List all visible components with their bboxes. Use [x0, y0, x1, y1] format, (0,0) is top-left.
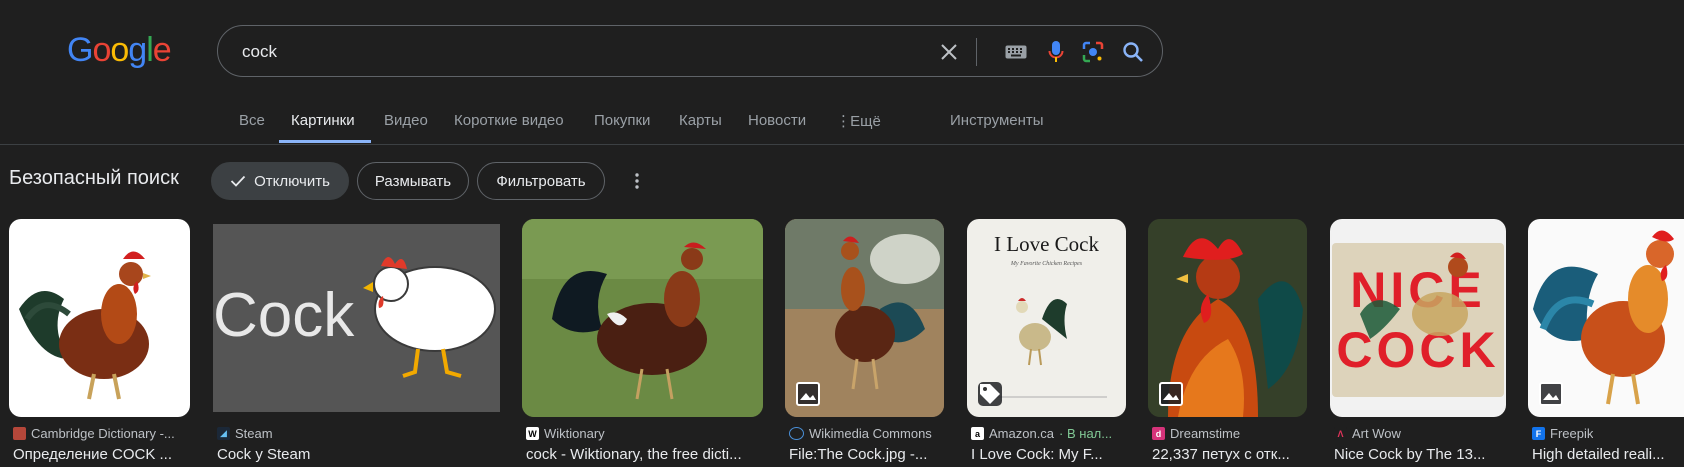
result-source[interactable]: d Dreamstime: [1152, 426, 1240, 441]
microphone-icon[interactable]: [1043, 39, 1069, 65]
source-name: Wiktionary: [544, 426, 605, 441]
search-tabs: Все Картинки Видео Короткие видео Покупк…: [0, 100, 1684, 145]
steam-thumb-text: Cock: [213, 281, 355, 350]
safe-search-blur-chip[interactable]: Размывать: [357, 162, 469, 200]
chip-label: Отключить: [254, 172, 330, 190]
logo-letter: o: [110, 31, 129, 69]
keyboard-icon[interactable]: [1003, 39, 1029, 65]
result-source[interactable]: Cambridge Dictionary -...: [13, 426, 175, 441]
image-result[interactable]: Cock ◢ Steam Cock у Steam: [213, 219, 500, 467]
wikimedia-favicon-icon: [789, 427, 804, 440]
price-tag-icon: [978, 382, 1002, 406]
logo-letter: G: [67, 31, 93, 69]
cock-text: COCK: [1336, 322, 1499, 378]
result-thumbnail[interactable]: [785, 219, 944, 417]
result-thumbnail[interactable]: [522, 219, 763, 417]
result-source[interactable]: W Wiktionary: [526, 426, 605, 441]
image-result[interactable]: W Wiktionary cock - Wiktionary, the free…: [522, 219, 763, 467]
tab-maps[interactable]: Карты: [679, 112, 722, 129]
tab-more[interactable]: ⋮ Ещё: [836, 112, 881, 130]
search-box: [217, 25, 1163, 77]
result-thumbnail[interactable]: [1148, 219, 1307, 417]
image-result[interactable]: I Love Cock My Favorite Chicken Recipes …: [967, 219, 1126, 467]
result-title[interactable]: cock - Wiktionary, the free dicti...: [526, 446, 767, 463]
safe-search-filter-chip[interactable]: Фильтровать: [477, 162, 605, 200]
tab-news[interactable]: Новости: [748, 112, 806, 129]
image-result[interactable]: Cambridge Dictionary -... Определение CO…: [9, 219, 190, 467]
source-name: Dreamstime: [1170, 426, 1241, 441]
search-icon[interactable]: [1120, 39, 1146, 65]
safe-search-off-chip[interactable]: Отключить: [211, 162, 349, 200]
image-badge-icon: [1539, 382, 1563, 406]
image-result[interactable]: Wikimedia Commons File:The Cock.jpg -...: [785, 219, 944, 467]
checkmark-icon: [230, 175, 246, 187]
source-name: Art Wow: [1352, 426, 1401, 441]
book-subtitle-text: My Favorite Chicken Recipes: [1010, 261, 1083, 267]
book-title-text: I Love Cock: [994, 232, 1099, 256]
safe-search-title: Безопасный поиск: [9, 167, 179, 189]
search-divider: [976, 38, 977, 66]
image-badge-icon: [1159, 382, 1183, 406]
result-source[interactable]: a Amazon.ca · В нал...: [971, 426, 1112, 441]
logo-letter: e: [152, 31, 172, 69]
source-name: Steam: [235, 426, 273, 441]
tab-videos[interactable]: Видео: [384, 112, 428, 129]
result-thumbnail[interactable]: NICE COCK: [1330, 219, 1506, 417]
steam-favicon-icon: ◢: [217, 427, 230, 440]
cambridge-favicon-icon: [13, 427, 26, 440]
result-thumbnail[interactable]: Cock: [213, 224, 500, 412]
result-title[interactable]: 22,337 петух с отк...: [1152, 446, 1311, 463]
google-logo[interactable]: Google: [67, 31, 172, 70]
result-title[interactable]: Nice Cock by The 13...: [1334, 446, 1510, 463]
image-result[interactable]: NICE COCK Λ Art Wow Nice Cock by The 13.…: [1330, 219, 1506, 467]
result-title[interactable]: High detailed reali...: [1532, 446, 1682, 463]
result-title[interactable]: Определение COCK ...: [13, 446, 194, 463]
in-stock-label: · В нал...: [1059, 426, 1113, 441]
logo-letter: g: [128, 31, 147, 69]
google-lens-icon[interactable]: [1080, 39, 1106, 65]
result-title[interactable]: File:The Cock.jpg -...: [789, 446, 948, 463]
tab-images[interactable]: Картинки: [291, 112, 355, 129]
active-tab-indicator: [279, 140, 371, 143]
result-title[interactable]: Cock у Steam: [217, 446, 504, 463]
result-source[interactable]: Wikimedia Commons: [789, 426, 932, 441]
image-result[interactable]: F Freepik High detailed reali...: [1528, 219, 1684, 467]
chip-label: Размывать: [374, 172, 452, 190]
clear-icon[interactable]: [936, 39, 962, 65]
safe-search-more-icon[interactable]: [626, 170, 648, 192]
result-thumbnail[interactable]: I Love Cock My Favorite Chicken Recipes: [967, 219, 1126, 417]
image-result[interactable]: d Dreamstime 22,337 петух с отк...: [1148, 219, 1307, 467]
chip-label: Фильтровать: [496, 172, 586, 190]
artwow-favicon-icon: Λ: [1334, 427, 1347, 440]
more-vert-icon: ⋮: [836, 113, 851, 130]
tab-all[interactable]: Все: [239, 112, 265, 129]
source-name: Cambridge Dictionary -...: [31, 426, 175, 441]
source-name: Wikimedia Commons: [809, 426, 932, 441]
result-thumbnail[interactable]: [9, 219, 190, 417]
result-thumbnail[interactable]: [1528, 219, 1684, 417]
source-name: Freepik: [1550, 426, 1594, 441]
logo-letter: o: [92, 31, 111, 69]
result-source[interactable]: ◢ Steam: [217, 426, 273, 441]
freepik-favicon-icon: F: [1532, 427, 1545, 440]
result-source[interactable]: Λ Art Wow: [1334, 426, 1401, 441]
tab-shopping[interactable]: Покупки: [594, 112, 650, 129]
result-source[interactable]: F Freepik: [1532, 426, 1593, 441]
amazon-favicon-icon: a: [971, 427, 984, 440]
image-badge-icon: [796, 382, 820, 406]
result-title[interactable]: I Love Cock: My F...: [971, 446, 1130, 463]
source-name: Amazon.ca: [989, 426, 1055, 441]
tools-button[interactable]: Инструменты: [950, 112, 1044, 129]
tab-short-videos[interactable]: Короткие видео: [454, 112, 564, 129]
search-input[interactable]: [240, 38, 924, 66]
tab-more-label: Ещё: [850, 113, 881, 130]
wiktionary-favicon-icon: W: [526, 427, 539, 440]
dreamstime-favicon-icon: d: [1152, 427, 1165, 440]
